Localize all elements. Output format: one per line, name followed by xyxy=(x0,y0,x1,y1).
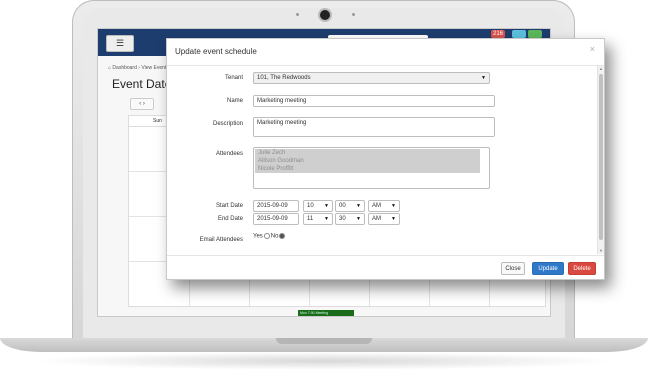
start-date-label: Start Date xyxy=(215,203,243,209)
tenant-select[interactable]: 101, The Redwoods ▼ xyxy=(253,72,490,84)
update-button[interactable]: Update xyxy=(532,262,564,275)
start-ampm-select[interactable]: AM ▼ xyxy=(368,200,400,212)
modal-body: Tenant 101, The Redwoods ▼ Name Marketin… xyxy=(167,66,597,254)
scroll-down-icon[interactable]: ▼ xyxy=(598,248,604,254)
no-label: No xyxy=(270,233,279,240)
modal-scrollbar[interactable]: ▲ ▼ xyxy=(597,66,604,254)
end-minute-select[interactable]: 30 ▼ xyxy=(335,213,365,225)
notification-badge[interactable]: 216 xyxy=(491,30,505,38)
description-label: Description xyxy=(212,121,243,127)
name-label: Name xyxy=(226,98,243,104)
start-ampm-value: AM xyxy=(372,203,381,209)
attendee-option[interactable]: Allison Goodman xyxy=(255,157,480,165)
modal-header: Update event schedule × xyxy=(167,39,604,66)
end-date-label: End Date xyxy=(217,216,243,222)
tenant-value: 101, The Redwoods xyxy=(257,75,311,81)
sensor-dot xyxy=(352,13,355,16)
chevron-down-icon: ▼ xyxy=(324,203,329,209)
chevron-down-icon: ▼ xyxy=(356,203,361,209)
home-icon: ⌂ xyxy=(108,65,112,71)
end-hour-select[interactable]: 11 ▼ xyxy=(303,213,333,225)
modal-footer: Close Update Delete xyxy=(167,255,604,280)
breadcrumb-dashboard[interactable]: Dashboard xyxy=(112,65,136,71)
chevron-down-icon: ▼ xyxy=(391,216,396,222)
laptop-shadow xyxy=(30,352,618,370)
breadcrumb: ⌂ Dashboard › View Events xyxy=(108,65,169,71)
end-date-input[interactable]: 2015-09-09 xyxy=(253,213,299,225)
prev-arrow-icon[interactable]: ‹ xyxy=(139,101,141,107)
attendee-option[interactable]: Nicole Proffitt xyxy=(255,165,480,173)
start-date-input[interactable]: 2015-09-09 xyxy=(253,200,299,212)
attendees-multiselect[interactable]: Julie Zech Allison Goodman Nicole Proffi… xyxy=(253,147,490,189)
start-hour-value: 10 xyxy=(307,203,314,209)
webcam-icon xyxy=(320,10,330,20)
weekday-label: Sun xyxy=(153,118,162,124)
yes-radio[interactable] xyxy=(263,233,270,239)
chevron-down-icon: ▼ xyxy=(391,203,396,209)
tenant-label: Tenant xyxy=(224,75,243,81)
task-badge[interactable] xyxy=(528,30,542,38)
message-badge[interactable] xyxy=(512,30,526,38)
start-minute-select[interactable]: 00 ▼ xyxy=(335,200,365,212)
name-input[interactable]: Marketing meeting xyxy=(253,95,495,107)
end-hour-value: 11 xyxy=(307,216,314,222)
chevron-down-icon: ▼ xyxy=(356,216,361,222)
end-ampm-select[interactable]: AM ▼ xyxy=(368,213,400,225)
end-ampm-value: AM xyxy=(372,216,381,222)
end-minute-value: 30 xyxy=(339,216,346,222)
calendar-nav-buttons[interactable]: ‹ › xyxy=(130,98,154,110)
scroll-up-icon[interactable]: ▲ xyxy=(598,66,604,72)
delete-button[interactable]: Delete xyxy=(568,262,596,275)
chevron-down-icon: ▼ xyxy=(324,216,329,222)
attendee-option[interactable]: Julie Zech xyxy=(255,149,480,157)
yes-label: Yes xyxy=(253,233,263,240)
page-title: Event Date xyxy=(112,77,172,91)
sensor-dot xyxy=(296,13,299,16)
start-minute-value: 00 xyxy=(339,203,346,209)
close-button[interactable]: Close xyxy=(501,262,525,275)
next-arrow-icon[interactable]: › xyxy=(143,101,145,107)
email-attendees-label: Email Attendees xyxy=(199,237,243,243)
calendar-event[interactable]: Mon 7:00 Meeting xyxy=(298,310,354,316)
description-textarea[interactable]: Marketing meeting xyxy=(253,117,495,137)
close-icon[interactable]: × xyxy=(590,44,595,54)
update-event-modal: Update event schedule × Tenant 101, The … xyxy=(166,38,605,280)
chevron-down-icon: ▼ xyxy=(481,75,486,81)
email-attendees-radio-group: Yes No xyxy=(253,233,286,240)
no-radio[interactable] xyxy=(279,233,286,239)
breadcrumb-view-events[interactable]: View Events xyxy=(141,65,168,71)
attendees-label: Attendees xyxy=(215,151,243,157)
modal-title: Update event schedule xyxy=(175,47,257,56)
laptop-notch xyxy=(276,338,372,344)
hamburger-icon[interactable]: ☰ xyxy=(106,35,134,52)
start-hour-select[interactable]: 10 ▼ xyxy=(303,200,333,212)
scrollbar-thumb[interactable] xyxy=(599,74,603,240)
